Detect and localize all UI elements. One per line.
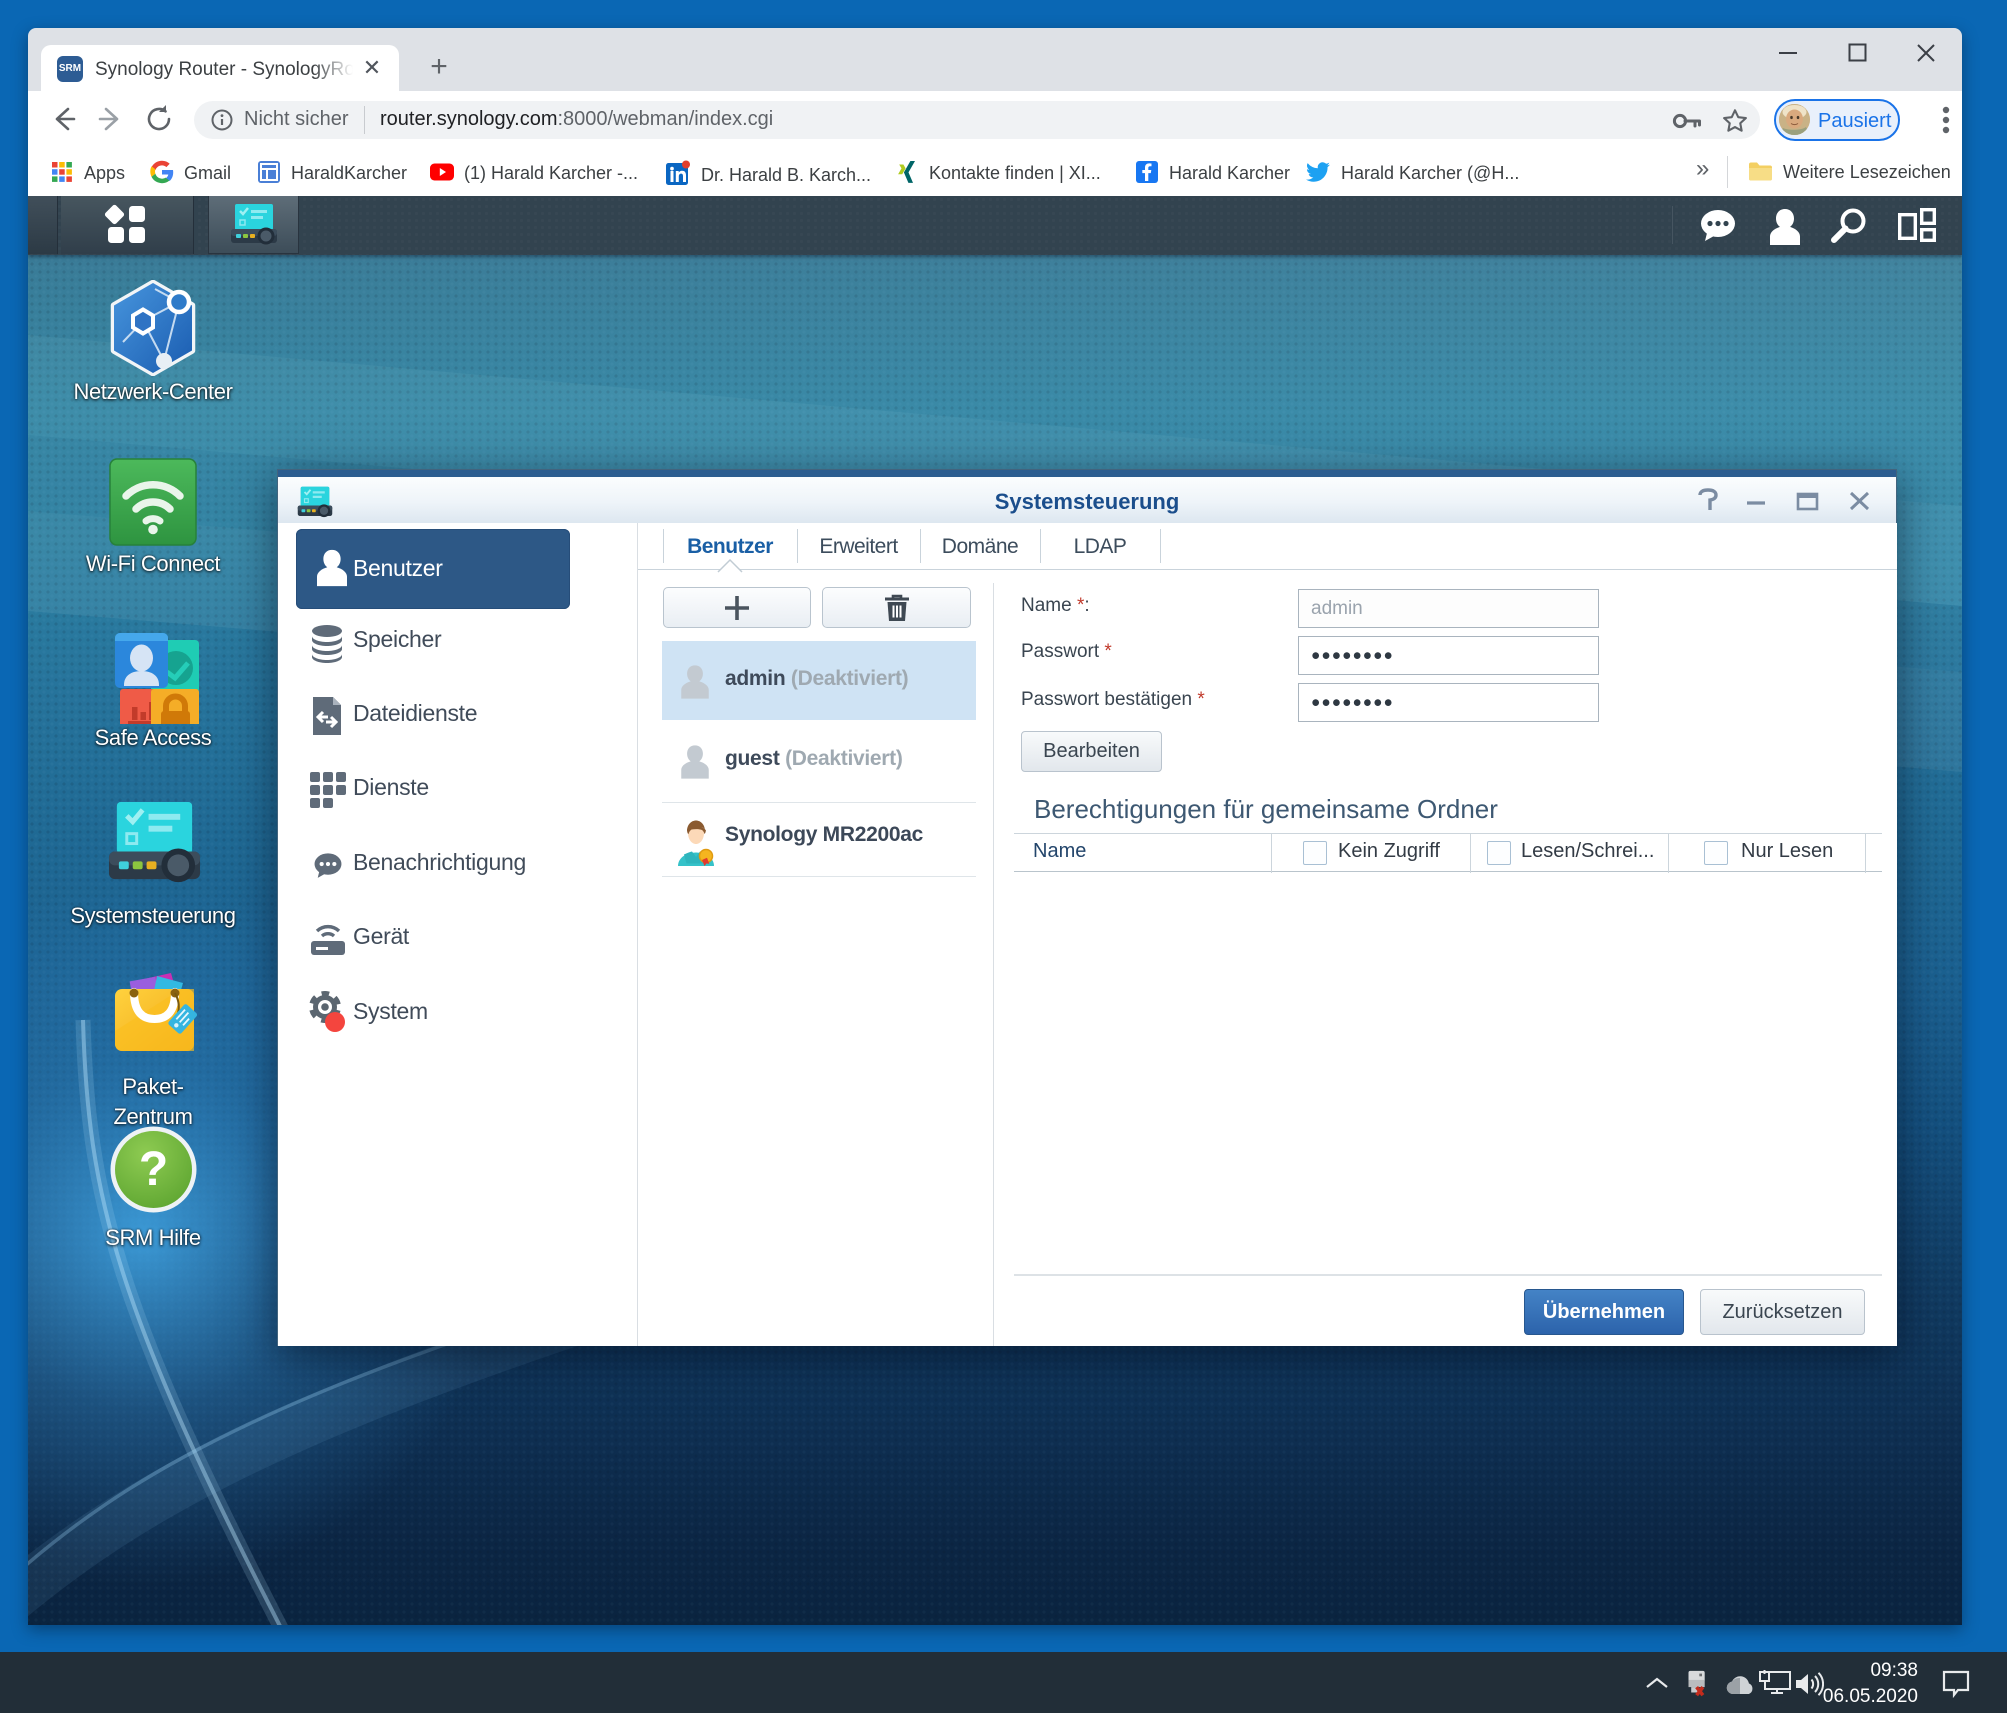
svg-text:?: ?	[139, 1143, 168, 1196]
